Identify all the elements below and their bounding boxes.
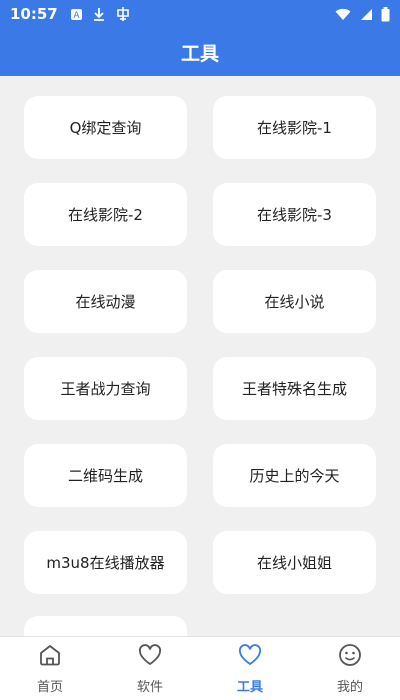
tool-label: 在线小姐姐 <box>256 554 332 572</box>
heart-icon <box>237 642 263 672</box>
tools-grid: Q绑定查询 在线影院-1 在线影院-2 在线影院-3 在线动漫 在线小说 王者战… <box>24 96 376 594</box>
nav-software[interactable]: 软件 <box>100 637 200 700</box>
tool-label: 在线小说 <box>264 293 325 311</box>
tool-label: Q绑定查询 <box>69 119 142 137</box>
app-header: 工具 <box>0 28 400 76</box>
nav-label: 工具 <box>236 680 263 695</box>
tools-content[interactable]: Q绑定查询 在线影院-1 在线影院-2 在线影院-3 在线动漫 在线小说 王者战… <box>0 76 400 636</box>
tool-card[interactable]: 在线小说 <box>213 270 376 333</box>
tool-card[interactable]: 王者特殊名生成 <box>213 357 376 420</box>
signal-icon <box>359 8 373 21</box>
tool-card[interactable]: 二维码生成 <box>24 444 187 507</box>
a-box-icon: A <box>70 8 83 21</box>
nav-label: 软件 <box>136 680 163 695</box>
svg-text:A: A <box>73 11 80 21</box>
tool-card[interactable]: 在线影院-3 <box>213 183 376 246</box>
tool-label: 在线影院-1 <box>257 119 332 137</box>
nav-mine[interactable]: 我的 <box>300 637 400 700</box>
tool-label: 在线动漫 <box>75 293 136 311</box>
smiley-icon <box>337 642 363 672</box>
notification-app-icon <box>115 6 131 22</box>
tool-label: 二维码生成 <box>67 467 143 485</box>
tool-card[interactable]: 在线动漫 <box>24 270 187 333</box>
tool-card[interactable]: 在线影院-2 <box>24 183 187 246</box>
tool-card[interactable]: 王者战力查询 <box>24 357 187 420</box>
bottom-nav: 首页 软件 工具 我的 <box>0 636 400 700</box>
tool-label: 王者特殊名生成 <box>241 380 347 398</box>
tool-label: 王者战力查询 <box>60 380 151 398</box>
status-time: 10:57 <box>10 5 58 23</box>
nav-tools[interactable]: 工具 <box>200 637 300 700</box>
tool-card[interactable]: 历史上的今天 <box>213 444 376 507</box>
nav-label: 我的 <box>336 680 363 695</box>
tool-card[interactable]: 在线影院-1 <box>213 96 376 159</box>
download-icon <box>93 7 105 21</box>
tool-label: 历史上的今天 <box>249 467 340 485</box>
battery-icon <box>381 6 390 22</box>
tool-card[interactable]: Q绑定查询 <box>24 96 187 159</box>
tool-label: 在线影院-2 <box>68 206 143 224</box>
nav-home[interactable]: 首页 <box>0 637 100 700</box>
tool-label: 在线影院-3 <box>257 206 332 224</box>
tool-card[interactable]: m3u8在线播放器 <box>24 531 187 594</box>
status-bar: 10:57 A <box>0 0 400 28</box>
heart-icon <box>137 642 163 672</box>
page-title: 工具 <box>180 42 219 65</box>
tool-label: m3u8在线播放器 <box>46 554 165 572</box>
nav-label: 首页 <box>36 680 63 695</box>
home-icon <box>37 642 63 672</box>
tool-card-partial[interactable] <box>24 616 187 636</box>
tool-card[interactable]: 在线小姐姐 <box>213 531 376 594</box>
wifi-icon <box>335 8 351 21</box>
